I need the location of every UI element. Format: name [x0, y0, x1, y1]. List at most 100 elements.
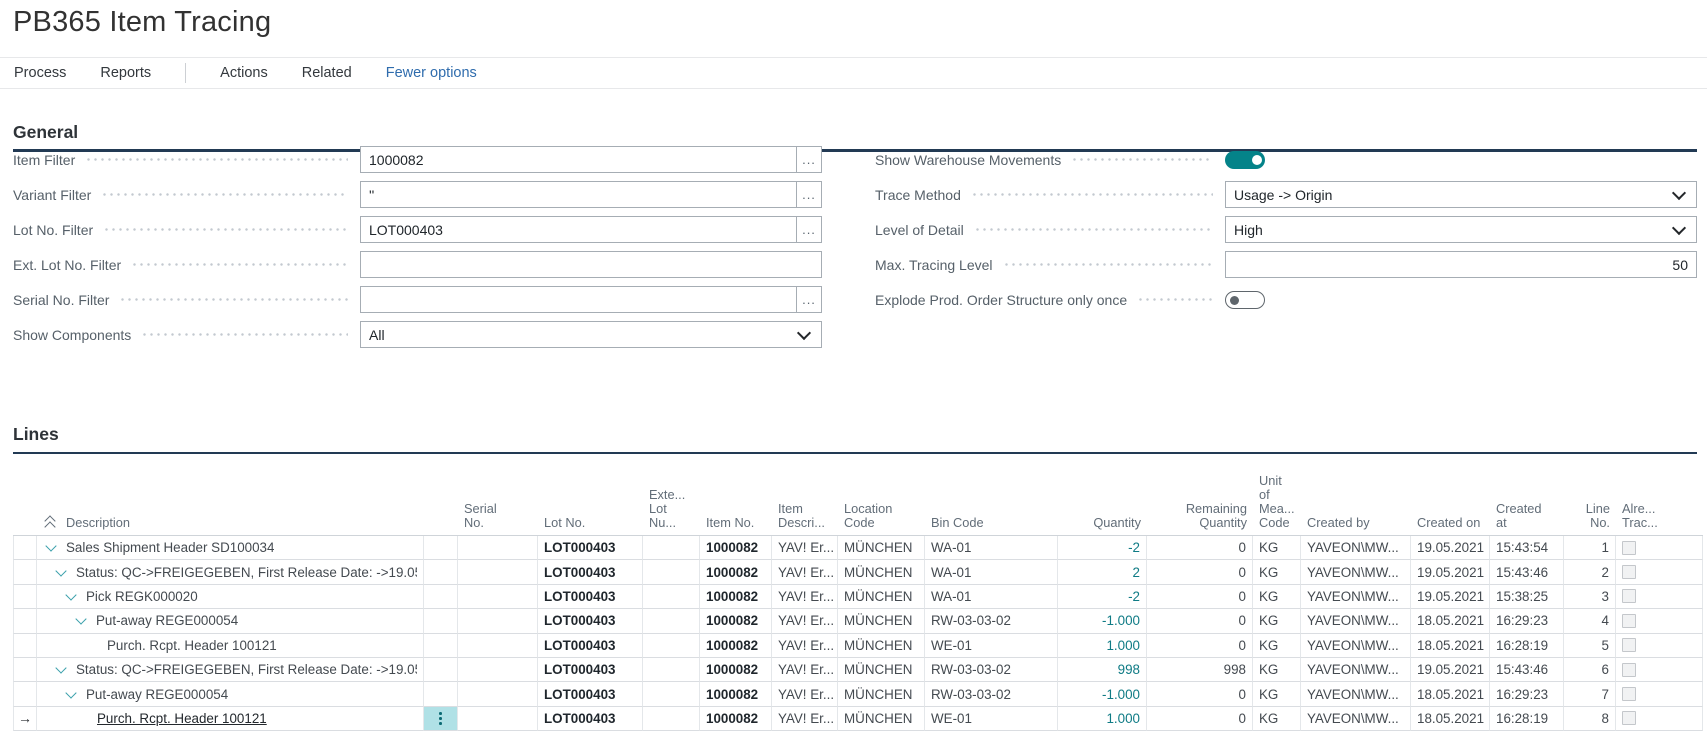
cell-itemno[interactable]: 1000082 — [700, 682, 772, 706]
cell-extlot[interactable] — [643, 585, 700, 609]
cell-bin[interactable]: RW-03-03-02 — [925, 609, 1058, 633]
cell-serial[interactable] — [458, 609, 538, 633]
table-row[interactable]: Put-away REGE000054LOT0004031000082YAV! … — [13, 682, 1703, 706]
cell-qty[interactable]: 2 — [1058, 560, 1147, 584]
cell-itemno[interactable]: 1000082 — [700, 658, 772, 682]
cell-loc[interactable]: MÜNCHEN — [838, 585, 925, 609]
cell-bin[interactable]: WA-01 — [925, 560, 1058, 584]
cell-uom[interactable]: KG — [1253, 585, 1301, 609]
cell-desc[interactable]: Purch. Rcpt. Header 100121 — [37, 634, 424, 658]
cell-con[interactable]: 19.05.2021 — [1411, 658, 1490, 682]
table-row[interactable]: Sales Shipment Header SD100034LOT0004031… — [13, 536, 1703, 560]
cell-serial[interactable] — [458, 658, 538, 682]
cell-loc[interactable]: MÜNCHEN — [838, 707, 925, 731]
cell-desc[interactable]: Purch. Rcpt. Header 100121 — [37, 707, 424, 731]
cell-mini[interactable] — [424, 658, 458, 682]
cell-con[interactable]: 18.05.2021 — [1411, 707, 1490, 731]
cell-cby[interactable]: YAVEON\MW... — [1301, 560, 1411, 584]
col-header-serial[interactable]: Serial No. — [458, 456, 538, 535]
cell-rem[interactable]: 0 — [1147, 585, 1253, 609]
assist-edit-ellipsis-icon[interactable]: ... — [796, 147, 821, 172]
col-header-desc[interactable]: Description — [37, 456, 424, 535]
cell-loc[interactable]: MÜNCHEN — [838, 634, 925, 658]
cell-con[interactable]: 18.05.2021 — [1411, 682, 1490, 706]
cell-uom[interactable]: KG — [1253, 560, 1301, 584]
already-traced-checkbox[interactable] — [1622, 663, 1636, 677]
table-row[interactable]: Pick REGK000020LOT0004031000082YAV! Er..… — [13, 585, 1703, 609]
cell-desc[interactable]: Status: QC->FREIGEGEBEN, First Release D… — [37, 658, 424, 682]
cell-extlot[interactable] — [643, 609, 700, 633]
cell-qty[interactable]: -2 — [1058, 585, 1147, 609]
cell-cat[interactable]: 16:29:23 — [1490, 609, 1564, 633]
tree-expand-chevron-icon[interactable] — [43, 545, 59, 550]
col-header-bin[interactable]: Bin Code — [925, 456, 1058, 535]
cell-cat[interactable]: 15:43:46 — [1490, 560, 1564, 584]
cell-itemno[interactable]: 1000082 — [700, 560, 772, 584]
tree-expand-chevron-icon[interactable] — [53, 570, 69, 575]
tree-expand-chevron-icon[interactable] — [63, 692, 79, 697]
cell-qty[interactable]: 1.000 — [1058, 707, 1147, 731]
collapse-all-icon[interactable] — [43, 516, 57, 528]
cell-desc[interactable]: Pick REGK000020 — [37, 585, 424, 609]
cell-loc[interactable]: MÜNCHEN — [838, 658, 925, 682]
cell-qty[interactable]: -2 — [1058, 536, 1147, 560]
cell-cby[interactable]: YAVEON\MW... — [1301, 658, 1411, 682]
cell-itemdesc[interactable]: YAV! Er... — [772, 658, 838, 682]
col-header-cby[interactable]: Created by — [1301, 456, 1411, 535]
already-traced-checkbox[interactable] — [1622, 614, 1636, 628]
cell-line[interactable]: 8 — [1564, 707, 1616, 731]
show-more-ellipsis-icon[interactable] — [424, 707, 457, 730]
cell-lot[interactable]: LOT000403 — [538, 609, 643, 633]
cell-lot[interactable]: LOT000403 — [538, 585, 643, 609]
cell-qty[interactable]: -1.000 — [1058, 609, 1147, 633]
col-header-lot[interactable]: Lot No. — [538, 456, 643, 535]
cell-con[interactable]: 18.05.2021 — [1411, 609, 1490, 633]
cell-uom[interactable]: KG — [1253, 536, 1301, 560]
cell-uom[interactable]: KG — [1253, 634, 1301, 658]
menu-item-reports[interactable]: Reports — [100, 65, 151, 81]
cell-line[interactable]: 5 — [1564, 634, 1616, 658]
cell-serial[interactable] — [458, 682, 538, 706]
col-header-loc[interactable]: Location Code — [838, 456, 925, 535]
cell-rem[interactable]: 0 — [1147, 609, 1253, 633]
cell-line[interactable]: 4 — [1564, 609, 1616, 633]
cell-line[interactable]: 2 — [1564, 560, 1616, 584]
cell-itemno[interactable]: 1000082 — [700, 707, 772, 731]
already-traced-checkbox[interactable] — [1622, 638, 1636, 652]
cell-desc[interactable]: Put-away REGE000054 — [37, 682, 424, 706]
cell-cby[interactable]: YAVEON\MW... — [1301, 609, 1411, 633]
cell-bin[interactable]: RW-03-03-02 — [925, 682, 1058, 706]
cell-rem[interactable]: 0 — [1147, 707, 1253, 731]
cell-rem[interactable]: 0 — [1147, 634, 1253, 658]
cell-bin[interactable]: WA-01 — [925, 585, 1058, 609]
cell-cat[interactable]: 15:38:25 — [1490, 585, 1564, 609]
tree-expand-chevron-icon[interactable] — [53, 667, 69, 672]
cell-lot[interactable]: LOT000403 — [538, 634, 643, 658]
cell-cat[interactable]: 15:43:46 — [1490, 658, 1564, 682]
cell-loc[interactable]: MÜNCHEN — [838, 609, 925, 633]
cell-extlot[interactable] — [643, 560, 700, 584]
input-lot-no-filter[interactable]: LOT000403... — [360, 216, 822, 243]
cell-uom[interactable]: KG — [1253, 609, 1301, 633]
input-variant-filter[interactable]: ''... — [360, 181, 822, 208]
cell-itemdesc[interactable]: YAV! Er... — [772, 634, 838, 658]
cell-alre[interactable] — [1616, 634, 1703, 658]
cell-qty[interactable]: 998 — [1058, 658, 1147, 682]
cell-qty[interactable]: 1.000 — [1058, 634, 1147, 658]
menu-item-fewer-options[interactable]: Fewer options — [386, 65, 477, 81]
input-max-tracing-level[interactable]: 50 — [1225, 251, 1697, 278]
cell-alre[interactable] — [1616, 658, 1703, 682]
cell-lot[interactable]: LOT000403 — [538, 707, 643, 731]
cell-serial[interactable] — [458, 585, 538, 609]
cell-line[interactable]: 6 — [1564, 658, 1616, 682]
input-ext-lot-no-filter[interactable] — [360, 251, 822, 278]
cell-cat[interactable]: 16:28:19 — [1490, 707, 1564, 731]
cell-con[interactable]: 18.05.2021 — [1411, 634, 1490, 658]
cell-extlot[interactable] — [643, 707, 700, 731]
cell-cat[interactable]: 15:43:54 — [1490, 536, 1564, 560]
menu-item-related[interactable]: Related — [302, 65, 352, 81]
cell-alre[interactable] — [1616, 682, 1703, 706]
cell-itemdesc[interactable]: YAV! Er... — [772, 707, 838, 731]
select-level-of-detail[interactable]: High — [1225, 216, 1697, 243]
col-header-rem[interactable]: Remaining Quantity — [1147, 456, 1253, 535]
